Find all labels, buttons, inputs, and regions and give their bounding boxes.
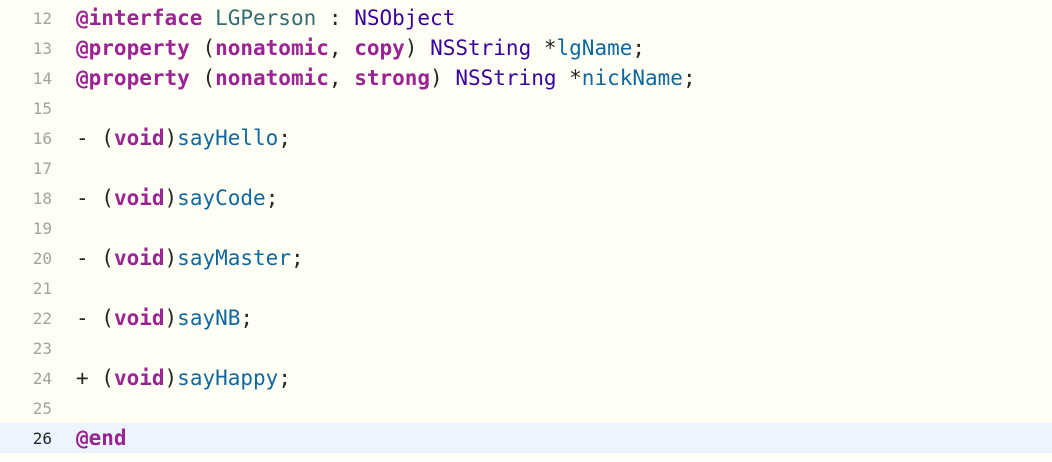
code-token: void (113, 186, 165, 210)
code-line[interactable]: 20 - (void)sayMaster; (0, 243, 1052, 273)
code-token: + ( (76, 366, 114, 390)
code-token: - ( (76, 126, 114, 150)
code-token: ( (189, 66, 216, 90)
code-line[interactable]: 14 @property (nonatomic, strong) NSString… (0, 63, 1052, 93)
code-token: * (556, 66, 582, 90)
code-token: ) (164, 306, 178, 330)
code-token: ; (632, 36, 646, 60)
code-token: LGPerson (215, 6, 317, 30)
code-token: ) (164, 126, 178, 150)
code-token: ; (278, 126, 291, 150)
code-token: NSObject (354, 6, 456, 30)
code-line[interactable]: 19 (0, 213, 1052, 243)
code-line[interactable]: 15 (0, 93, 1052, 123)
code-token: , (328, 36, 355, 60)
line-number: 12 (32, 8, 52, 28)
code-line[interactable]: 24 + (void)sayHappy; (0, 363, 1052, 393)
code-token: @property (76, 36, 190, 60)
code-token: void (113, 366, 165, 390)
code-token: ( (189, 36, 216, 60)
code-token: ; (682, 66, 696, 90)
code-text: @end (76, 426, 127, 450)
code-text: - (void)sayHello; (76, 126, 291, 150)
code-token: nonatomic (215, 66, 329, 90)
code-line[interactable]: 22 - (void)sayNB; (0, 303, 1052, 333)
code-token: ) (164, 366, 178, 390)
line-number: 19 (32, 218, 52, 238)
code-line[interactable]: 12 @interface LGPerson : NSObject (0, 3, 1052, 33)
line-number: 15 (32, 98, 52, 118)
code-token: NSString (430, 36, 532, 60)
code-token: ; (265, 186, 279, 210)
line-number: 18 (32, 188, 52, 208)
line-number: 24 (32, 368, 52, 388)
code-token: @end (76, 426, 127, 450)
code-token: , (328, 66, 355, 90)
code-text: @interface LGPerson : NSObject (76, 6, 455, 30)
code-token: - ( (76, 186, 114, 210)
line-number: 22 (32, 308, 52, 328)
code-token: - ( (76, 306, 114, 330)
line-number: 21 (32, 278, 52, 298)
line-number: 14 (32, 68, 52, 88)
code-token: void (113, 306, 165, 330)
code-text: + (void)sayHappy; (76, 366, 291, 390)
code-token: sayCode (177, 186, 266, 210)
code-line[interactable]: 16 - (void)sayHello; (0, 123, 1052, 153)
line-number: 16 (32, 128, 52, 148)
code-token: ) (164, 186, 178, 210)
code-token: nonatomic (215, 36, 329, 60)
code-token: ; (290, 246, 304, 270)
code-token: sayNB (177, 306, 241, 330)
line-number: 20 (32, 248, 52, 268)
code-line[interactable]: 23 (0, 333, 1052, 363)
code-token: ; (240, 306, 254, 330)
code-token: nickName (581, 66, 683, 90)
code-line[interactable]: 18 - (void)sayCode; (0, 183, 1052, 213)
code-text: - (void)sayMaster; (76, 246, 304, 270)
code-text: @property (nonatomic, strong) NSString *… (76, 66, 696, 90)
code-token: ; (278, 366, 291, 390)
line-number: 26 (32, 428, 52, 448)
code-token: ) (430, 66, 456, 90)
code-token: copy (354, 36, 405, 60)
code-line[interactable]: 25 (0, 393, 1052, 423)
code-token: sayMaster (177, 246, 291, 270)
line-number: 13 (32, 38, 52, 58)
code-token: * (531, 36, 557, 60)
code-line[interactable]: 13 @property (nonatomic, copy) NSString *… (0, 33, 1052, 63)
code-line[interactable]: 26 @end (0, 423, 1052, 453)
code-token: sayHello (177, 126, 279, 150)
code-token: void (113, 126, 165, 150)
code-editor[interactable]: 12 @interface LGPerson : NSObject 13 @prope… (0, 0, 1052, 462)
code-token: sayHappy (177, 366, 279, 390)
line-number: 25 (32, 398, 52, 418)
code-token: - ( (76, 246, 114, 270)
code-line[interactable]: 17 (0, 153, 1052, 183)
line-number: 23 (32, 338, 52, 358)
code-token: NSString (455, 66, 557, 90)
code-line[interactable]: 21 (0, 273, 1052, 303)
code-token: strong (354, 66, 431, 90)
code-token: : (316, 6, 355, 30)
code-token: lgName (556, 36, 633, 60)
code-text: - (void)sayCode; (76, 186, 278, 210)
code-token: ) (164, 246, 178, 270)
code-token: @interface (76, 6, 203, 30)
code-text: - (void)sayNB; (76, 306, 253, 330)
code-token: void (113, 246, 165, 270)
line-number: 17 (32, 158, 52, 178)
code-token: ) (404, 36, 431, 60)
code-text: @property (nonatomic, copy) NSString *lg… (76, 36, 645, 60)
code-token: @property (76, 66, 190, 90)
